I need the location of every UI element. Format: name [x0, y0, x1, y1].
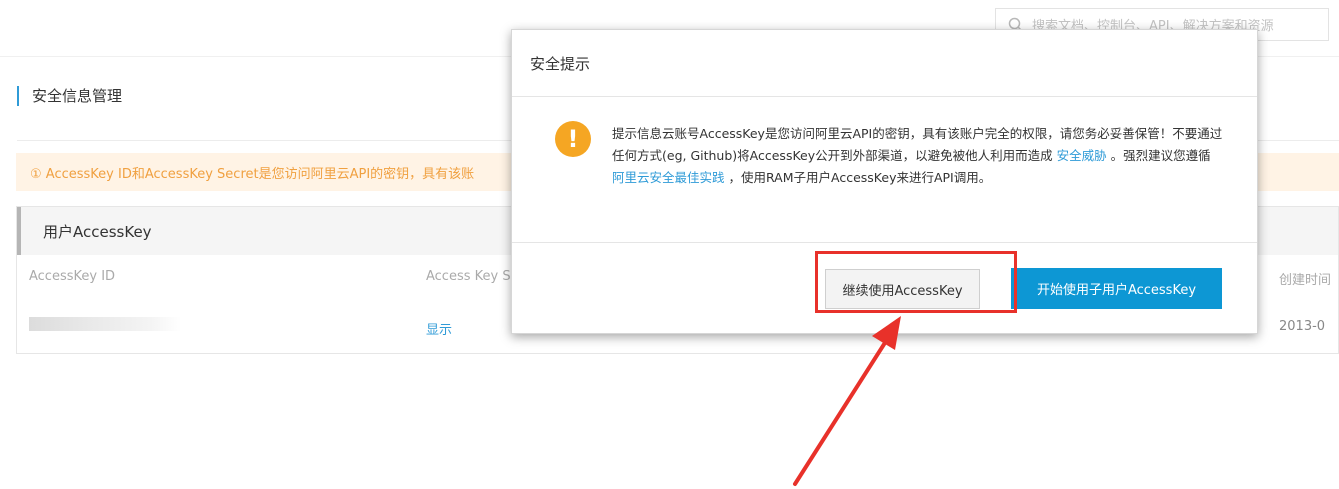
column-header-created-time: 创建时间	[1279, 273, 1332, 288]
start-ram-accesskey-button[interactable]: 开始使用子用户AccessKey	[1011, 268, 1222, 309]
dialog-message-part3: ，使用RAM子用户AccessKey来进行API调用。	[728, 170, 992, 185]
exclamation-icon: !	[555, 121, 591, 157]
page-title: 安全信息管理	[17, 86, 122, 106]
masked-accesskey-id	[29, 317, 181, 331]
dialog-title: 安全提示	[512, 30, 1257, 97]
dialog-message: 提示信息云账号AccessKey是您访问阿里云API的密钥，具有该账户完全的权限…	[612, 123, 1224, 189]
best-practice-link[interactable]: 阿里云安全最佳实践	[612, 170, 725, 185]
dialog-body: ! 提示信息云账号AccessKey是您访问阿里云API的密钥，具有该账户完全的…	[512, 97, 1257, 243]
security-threat-link[interactable]: 安全威胁	[1057, 148, 1107, 163]
warning-notice-text: ① AccessKey ID和AccessKey Secret是您访问阿里云AP…	[30, 166, 475, 182]
column-header-accesskey-id: AccessKey ID	[29, 269, 116, 284]
security-dialog: 安全提示 ! 提示信息云账号AccessKey是您访问阿里云API的密钥，具有该…	[511, 29, 1258, 334]
dialog-message-part2: 。强烈建议您遵循	[1110, 148, 1211, 163]
column-header-accesskey-secret: Access Key S	[426, 269, 511, 284]
continue-accesskey-button[interactable]: 继续使用AccessKey	[825, 269, 980, 309]
show-secret-link[interactable]: 显示	[426, 319, 452, 338]
created-time-value: 2013-0	[1279, 319, 1326, 334]
